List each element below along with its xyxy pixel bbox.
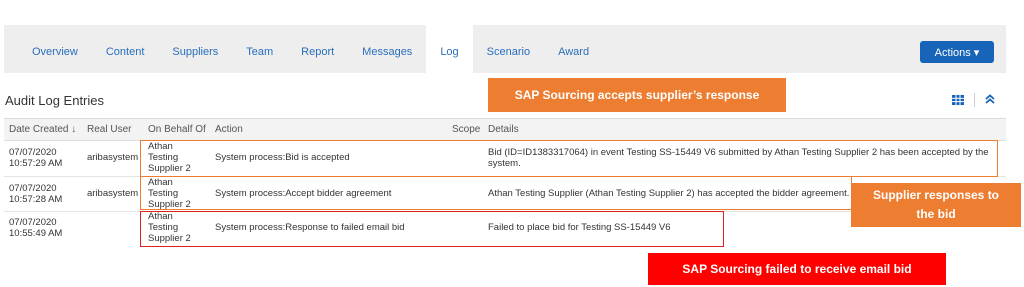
date-value: 07/07/2020 — [9, 147, 57, 158]
date-cell: 07/07/2020 10:57:29 AM — [9, 147, 62, 169]
tab-award[interactable]: Award — [544, 25, 603, 73]
column-header-real-user[interactable]: Real User — [87, 119, 131, 140]
highlight-failed-email-bid — [140, 211, 724, 247]
annotation-failed-email-bid: SAP Sourcing failed to receive email bid — [648, 253, 946, 285]
table-header: Date Created ↓ Real User On Behalf Of Ac… — [4, 118, 1006, 141]
highlight-bidder-agreement — [140, 176, 852, 210]
time-value: 10:57:29 AM — [9, 158, 63, 169]
time-value: 10:55:49 AM — [9, 228, 63, 239]
collapse-up-icon[interactable] — [985, 94, 995, 104]
tab-log[interactable]: Log — [426, 25, 473, 73]
tab-overview[interactable]: Overview — [18, 25, 92, 73]
date-value: 07/07/2020 — [9, 183, 57, 194]
grid-view-icon[interactable] — [952, 95, 964, 105]
page-title: Audit Log Entries — [5, 93, 105, 108]
tab-content[interactable]: Content — [92, 25, 159, 73]
tab-suppliers[interactable]: Suppliers — [158, 25, 232, 73]
real-user-cell: aribasystem — [87, 188, 139, 199]
annotation-supplier-responses: Supplier responses to the bid — [851, 183, 1021, 227]
tab-team[interactable]: Team — [232, 25, 287, 73]
annotation-line: the bid — [916, 207, 956, 221]
tab-report[interactable]: Report — [287, 25, 348, 73]
toolbar-divider — [974, 93, 975, 107]
real-user-cell: aribasystem — [87, 152, 139, 163]
tab-list: Overview Content Suppliers Team Report M… — [18, 25, 603, 73]
annotation-accepts-response: SAP Sourcing accepts supplier’s response — [488, 78, 786, 112]
highlight-accepted-bid — [140, 140, 998, 177]
date-value: 07/07/2020 — [9, 217, 57, 228]
tab-bar: Overview Content Suppliers Team Report M… — [4, 25, 1006, 73]
actions-button[interactable]: Actions ▾ — [920, 41, 994, 63]
tab-scenario[interactable]: Scenario — [473, 25, 544, 73]
date-cell: 07/07/2020 10:55:49 AM — [9, 217, 62, 239]
column-header-details[interactable]: Details — [488, 119, 519, 140]
annotation-line: Supplier responses to — [872, 188, 1000, 202]
column-header-scope[interactable]: Scope — [452, 119, 480, 140]
column-header-on-behalf-of[interactable]: On Behalf Of — [148, 119, 206, 140]
column-header-date-created[interactable]: Date Created ↓ — [9, 119, 76, 140]
date-cell: 07/07/2020 10:57:28 AM — [9, 183, 62, 205]
time-value: 10:57:28 AM — [9, 194, 63, 205]
column-header-action[interactable]: Action — [215, 119, 243, 140]
tab-messages[interactable]: Messages — [348, 25, 426, 73]
